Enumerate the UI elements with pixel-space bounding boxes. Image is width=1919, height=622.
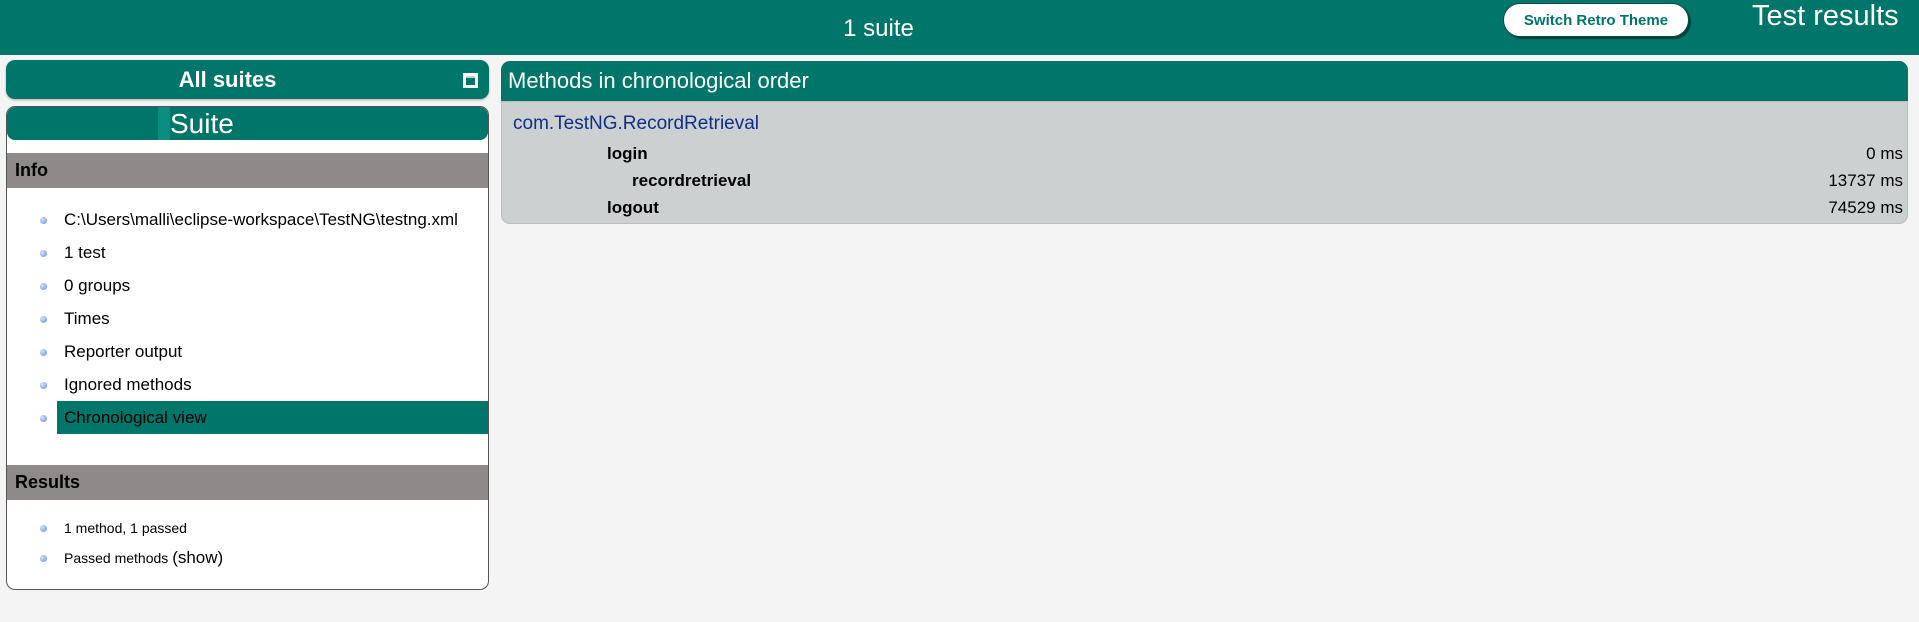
list-item-groups[interactable]: 0 groups xyxy=(7,269,488,302)
bullet-icon xyxy=(40,349,47,356)
bullet-icon xyxy=(40,555,47,562)
method-row: logout 74529 ms xyxy=(502,194,1907,221)
info-list: C:\Users\malli\eclipse-workspace\TestNG\… xyxy=(7,203,488,434)
top-bar: 1 suite Switch Retro Theme Test results xyxy=(0,0,1919,55)
suite-name[interactable]: Suite xyxy=(170,107,234,140)
list-item-chronological-view[interactable]: Chronological view xyxy=(7,401,488,434)
method-row: login 0 ms xyxy=(502,140,1907,167)
bullet-icon xyxy=(40,250,47,257)
bullet-icon xyxy=(40,382,47,389)
all-suites-label: All suites xyxy=(178,67,277,92)
method-time: 0 ms xyxy=(1866,144,1903,163)
list-item-method-summary: 1 method, 1 passed xyxy=(7,513,488,543)
results-heading: Results xyxy=(7,465,488,500)
bullet-icon xyxy=(40,316,47,323)
page-title: Test results xyxy=(1752,0,1899,32)
suite-marker xyxy=(158,107,170,140)
method-time: 13737 ms xyxy=(1828,171,1903,190)
suite-panel: Suite Info C:\Users\malli\eclipse-worksp… xyxy=(6,106,489,590)
class-name-link[interactable]: com.TestNG.RecordRetrieval xyxy=(513,113,759,135)
list-item-testng-xml[interactable]: C:\Users\malli\eclipse-workspace\TestNG\… xyxy=(7,203,488,236)
method-time: 74529 ms xyxy=(1828,198,1903,217)
method-row: recordretrieval 13737 ms xyxy=(502,167,1907,194)
bullet-icon xyxy=(40,217,47,224)
switch-retro-theme-button[interactable]: Switch Retro Theme xyxy=(1503,3,1689,37)
list-item-passed-methods: Passed methods (show) xyxy=(7,543,488,573)
list-item-times[interactable]: Times xyxy=(7,302,488,335)
bullet-icon xyxy=(40,283,47,290)
all-suites-header[interactable]: All suites xyxy=(6,60,489,99)
results-list: 1 method, 1 passed Passed methods (show) xyxy=(7,513,488,573)
collapse-icon[interactable] xyxy=(463,73,478,88)
suite-count: 1 suite xyxy=(843,15,914,42)
method-name: recordretrieval xyxy=(632,171,752,190)
method-name: login xyxy=(607,144,648,163)
method-name: logout xyxy=(607,198,659,217)
show-link[interactable]: (show) xyxy=(172,548,223,567)
list-item-ignored-methods[interactable]: Ignored methods xyxy=(7,368,488,401)
methods-header: Methods in chronological order xyxy=(501,61,1908,101)
methods-panel: com.TestNG.RecordRetrieval login 0 ms re… xyxy=(501,101,1908,224)
bullet-icon xyxy=(40,415,47,422)
bullet-icon xyxy=(40,525,47,532)
list-item-reporter-output[interactable]: Reporter output xyxy=(7,335,488,368)
info-heading: Info xyxy=(7,153,488,188)
list-item-tests[interactable]: 1 test xyxy=(7,236,488,269)
suite-header[interactable]: Suite xyxy=(7,107,488,140)
